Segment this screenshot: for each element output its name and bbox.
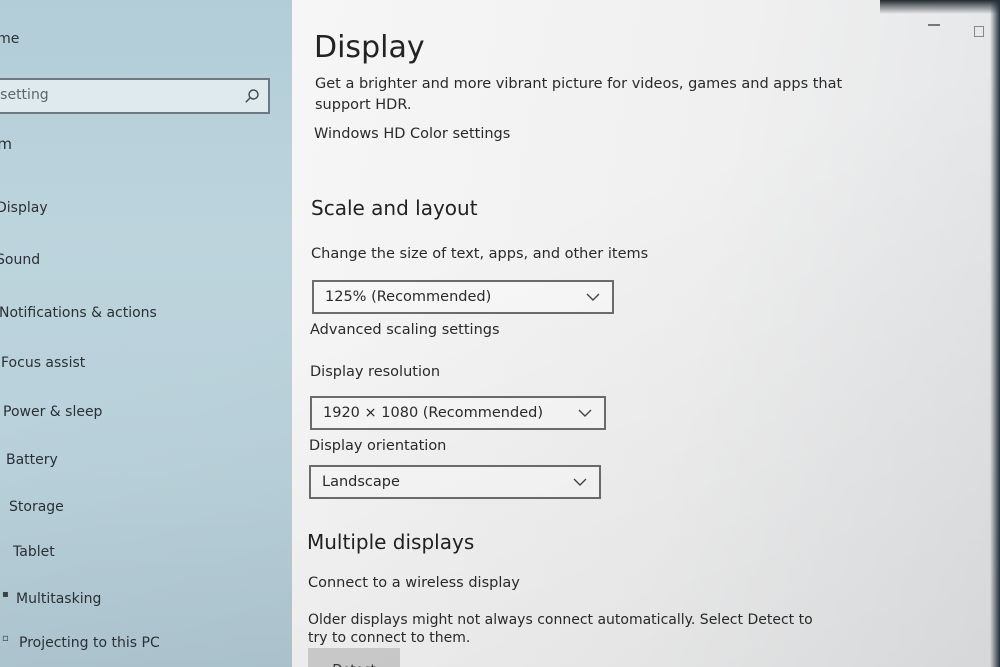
search-icon <box>245 89 259 103</box>
hd-color-settings-link[interactable]: Windows HD Color settings <box>314 126 510 142</box>
multitasking-icon: ▪ <box>2 589 9 600</box>
resolution-label: Display resolution <box>310 364 441 380</box>
sidebar: Home Find a setting System Display Sound… <box>0 0 292 667</box>
monitor-bezel-top <box>880 0 1000 14</box>
detect-note-line2: try to connect to them. <box>308 630 471 646</box>
sidebar-item-label: Display <box>0 200 48 216</box>
monitor-bezel-right <box>990 0 1000 667</box>
orientation-dropdown-value: Landscape <box>322 474 400 490</box>
resolution-dropdown-value: 1920 × 1080 (Recommended) <box>323 405 543 421</box>
orientation-label: Display orientation <box>309 438 447 454</box>
sidebar-item-label: Multitasking <box>16 591 102 607</box>
maximize-button[interactable] <box>974 26 984 37</box>
hdr-description-line2: support HDR. <box>315 97 412 113</box>
sidebar-item-label: Focus assist <box>1 355 86 371</box>
projecting-icon: ▫ <box>2 633 9 644</box>
chevron-down-icon <box>578 409 592 417</box>
text-size-label: Change the size of text, apps, and other… <box>311 246 649 262</box>
sidebar-item-label: Projecting to this PC <box>19 635 160 651</box>
chevron-down-icon <box>586 293 600 301</box>
sidebar-item-focus-assist[interactable]: Focus assist <box>1 355 85 371</box>
sidebar-section-system: System <box>0 135 12 153</box>
settings-window: Home Find a setting System Display Sound… <box>0 0 1000 667</box>
scale-layout-heading: Scale and layout <box>311 196 478 220</box>
search-input[interactable]: Find a setting <box>0 78 270 114</box>
sidebar-item-display[interactable]: Display <box>0 200 48 216</box>
multiple-displays-heading: Multiple displays <box>307 530 475 554</box>
resolution-dropdown[interactable]: 1920 × 1080 (Recommended) <box>310 396 606 430</box>
sidebar-item-label: Sound <box>0 252 41 268</box>
scale-dropdown[interactable]: 125% (Recommended) <box>312 280 614 314</box>
sidebar-item-storage[interactable]: Storage <box>9 499 64 515</box>
sidebar-item-projecting[interactable]: Projecting to this PC <box>19 635 160 651</box>
sidebar-item-tablet[interactable]: Tablet <box>13 544 55 560</box>
detect-note-line1: Older displays might not always connect … <box>308 612 813 628</box>
hdr-description-line1: Get a brighter and more vibrant picture … <box>315 76 843 92</box>
sidebar-item-multitasking[interactable]: Multitasking <box>16 591 101 607</box>
minimize-button[interactable] <box>928 24 940 26</box>
sidebar-item-label: Storage <box>9 499 64 515</box>
sidebar-item-battery[interactable]: Battery <box>6 452 58 468</box>
advanced-scaling-link[interactable]: Advanced scaling settings <box>310 322 500 338</box>
sidebar-item-label: Battery <box>6 452 58 468</box>
detect-button[interactable]: Detect <box>308 648 400 667</box>
sidebar-item-sound[interactable]: Sound <box>0 252 40 268</box>
sidebar-item-notifications[interactable]: Notifications & actions <box>0 305 157 321</box>
page-title: Display <box>314 30 425 65</box>
sidebar-item-label: Power & sleep <box>3 404 103 420</box>
orientation-dropdown[interactable]: Landscape <box>309 465 601 499</box>
chevron-down-icon <box>573 478 587 486</box>
home-label: Home <box>0 31 20 47</box>
sidebar-item-label: Notifications & actions <box>0 305 157 321</box>
sidebar-item-power-sleep[interactable]: Power & sleep <box>3 404 102 420</box>
sidebar-item-label: Tablet <box>13 544 55 560</box>
sidebar-home[interactable]: Home <box>0 31 19 47</box>
main-content: Display Get a brighter and more vibrant … <box>292 0 1000 667</box>
search-placeholder: Find a setting <box>0 87 49 103</box>
wireless-display-link[interactable]: Connect to a wireless display <box>308 575 520 591</box>
scale-dropdown-value: 125% (Recommended) <box>325 289 492 305</box>
